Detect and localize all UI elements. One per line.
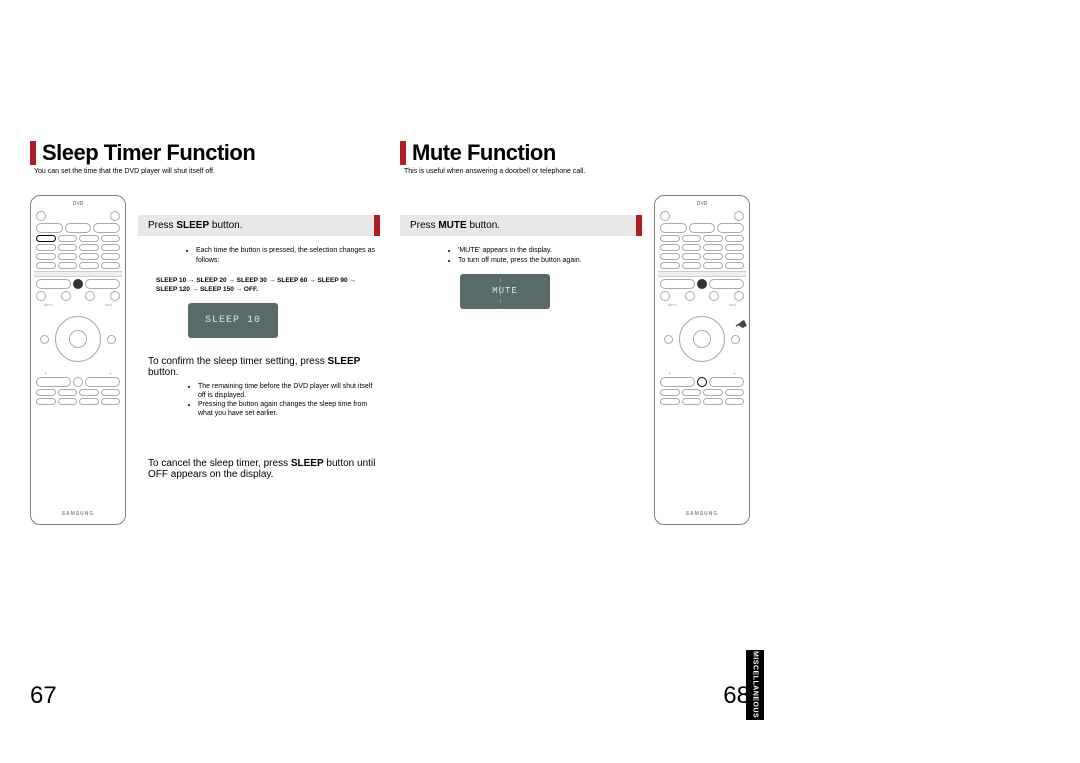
remote-strip	[34, 271, 122, 277]
instruction-suffix: button.	[467, 220, 500, 231]
content-area: Press MUTE button. 'MUTE' appears in the…	[400, 195, 750, 525]
instruction-prefix: Press	[148, 220, 176, 231]
page-left: Sleep Timer Function You can set the tim…	[30, 140, 380, 640]
cancel-text: To cancel the sleep timer, press SLEEP b…	[138, 458, 380, 480]
bullet-item: To turn off mute, press the button again…	[458, 256, 642, 266]
confirm-sub-2: Pressing the button again changes the sl…	[198, 400, 380, 418]
title-accent-bar	[400, 141, 406, 165]
display-screen: SLEEP 10	[188, 303, 278, 338]
display-text: · · · · · · MUTE · · · · · ·	[492, 286, 518, 296]
bullet-item: Each time the button is pressed, the sel…	[196, 246, 380, 266]
instruction-prefix: Press	[410, 220, 438, 231]
sequence-line-2: SLEEP 120 → SLEEP 150 → OFF.	[156, 285, 380, 295]
remote-brand: SAMSUNG	[34, 511, 122, 521]
bullet-item: 'MUTE' appears in the display.	[458, 246, 642, 256]
remote-brand: SAMSUNG	[658, 511, 746, 521]
remote-column: DVD MENUINFO	[30, 195, 126, 525]
page-title: Sleep Timer Function	[42, 140, 255, 166]
bullet-list: Each time the button is pressed, the sel…	[156, 246, 380, 266]
confirm-sub-bullets: The remaining time before the DVD player…	[158, 382, 380, 418]
title-row: Mute Function	[400, 140, 750, 166]
instruction-box: Press MUTE button.	[400, 215, 642, 236]
confirm-sub-1: The remaining time before the DVD player…	[198, 382, 380, 400]
red-edge	[374, 215, 380, 236]
red-edge	[636, 215, 642, 236]
remote-logo: DVD	[34, 199, 122, 209]
instruction-box: Press SLEEP button.	[138, 215, 380, 236]
page-right: Mute Function This is useful when answer…	[400, 140, 750, 640]
remote-control-diagram: DVD MENUINFO	[654, 195, 750, 525]
title-accent-bar	[30, 141, 36, 165]
page-number-left: 67	[30, 682, 57, 710]
sequence-line-1: SLEEP 10 → SLEEP 20 → SLEEP 30 → SLEEP 6…	[156, 276, 380, 286]
instruction-suffix: button.	[209, 220, 242, 231]
content-area: DVD MENUINFO	[30, 195, 380, 525]
mute-button-highlight	[697, 377, 707, 387]
page-title: Mute Function	[412, 140, 556, 166]
section-tab: MISCELLANEOUS	[746, 650, 764, 720]
instruction-bold: SLEEP	[176, 220, 209, 231]
remote-control-diagram: DVD MENUINFO	[30, 195, 126, 525]
page-subtitle: You can set the time that the DVD player…	[34, 168, 380, 175]
display-screen: · · · · · · MUTE · · · · · ·	[460, 274, 550, 309]
title-row: Sleep Timer Function	[30, 140, 380, 166]
text-column: Press SLEEP button. Each time the button…	[138, 195, 380, 525]
remote-logo: DVD	[658, 199, 746, 209]
page-subtitle: This is useful when answering a doorbell…	[404, 168, 750, 175]
sleep-button-highlight	[36, 235, 56, 242]
instruction-bold: MUTE	[438, 220, 466, 231]
display-text: SLEEP 10	[205, 315, 261, 326]
remote-column: DVD MENUINFO	[654, 195, 750, 525]
pointer-icon: ☚	[732, 315, 751, 336]
text-column: Press MUTE button. 'MUTE' appears in the…	[400, 195, 642, 525]
confirm-text: To confirm the sleep timer setting, pres…	[138, 356, 380, 378]
remote-strip	[658, 271, 746, 277]
bullet-list: 'MUTE' appears in the display. To turn o…	[418, 246, 642, 266]
